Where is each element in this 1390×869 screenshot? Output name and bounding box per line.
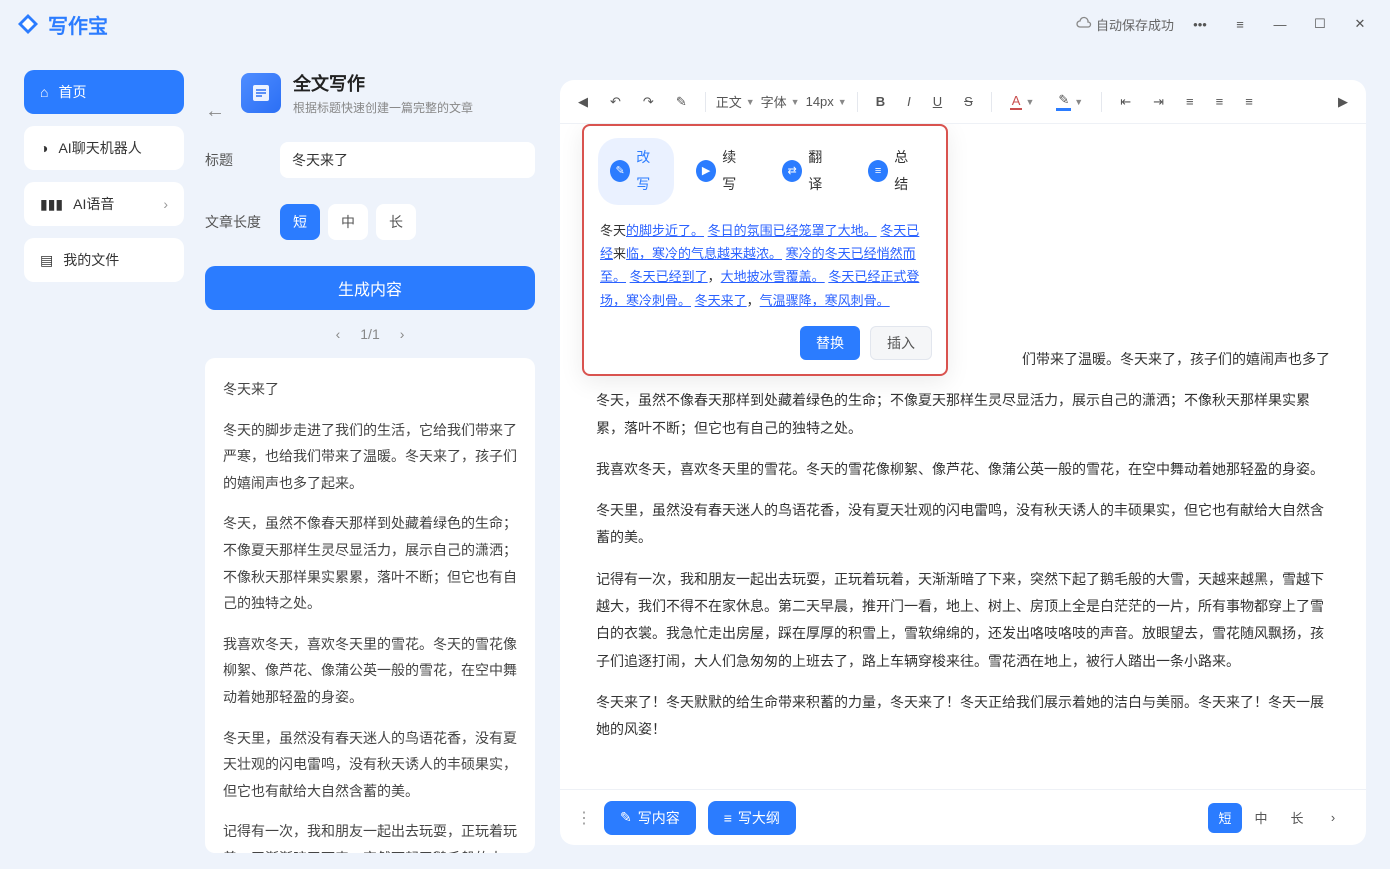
text-color-button[interactable]: A▼	[1002, 89, 1043, 114]
underline-button[interactable]: U	[925, 90, 950, 113]
insert-button[interactable]: 插入	[870, 326, 932, 360]
minimize-icon[interactable]: —	[1266, 10, 1294, 38]
outline-icon: ≡	[724, 810, 732, 826]
align-left-button[interactable]: ≡	[1178, 90, 1202, 113]
preview-para: 冬天的脚步走进了我们的生活，它给我们带来了严寒，也给我们带来了温暖。冬天来了，孩…	[223, 417, 517, 497]
editor-body[interactable]: ✎改写 ▶续写 ⇄翻译 ≡总结 冬天的脚步近了。 冬日的氛围已经笼罩了大地。 冬…	[560, 124, 1366, 789]
font-size-select[interactable]: 14px▼	[806, 94, 847, 109]
page-title: 全文写作	[293, 70, 473, 96]
bottom-length-medium[interactable]: 中	[1244, 803, 1278, 833]
toolbar-scroll-right[interactable]: ▶	[1330, 90, 1356, 114]
write-content-button[interactable]: ✎写内容	[604, 801, 696, 835]
write-outline-button[interactable]: ≡写大纲	[708, 801, 796, 835]
editor-toolbar: ◀ ↶ ↷ ✎ 正文▼ 字体▼ 14px▼ B I U S A▼ ✎▼ ⇤ ⇥ …	[560, 80, 1366, 124]
preview-card: 冬天来了 冬天的脚步走进了我们的生活，它给我们带来了严寒，也给我们带来了温暖。冬…	[205, 358, 535, 853]
translate-icon: ⇄	[782, 160, 802, 182]
preview-para: 冬天，虽然不像春天那样到处藏着绿色的生命；不像夏天那样生灵尽显活力，展示自己的潇…	[223, 510, 517, 616]
voice-icon: ▮▮▮	[40, 196, 63, 213]
bold-button[interactable]: B	[868, 90, 893, 113]
app-logo: 写作宝	[16, 10, 108, 39]
preview-para: 冬天里，虽然没有春天迷人的鸟语花香，没有夏天壮观的闪电雷鸣，没有秋天诱人的丰硕果…	[223, 725, 517, 805]
paragraph-style-select[interactable]: 正文▼	[716, 92, 755, 111]
preview-para: 我喜欢冬天，喜欢冬天里的雪花。冬天的雪花像柳絮、像芦花、像蒲公英一般的雪花，在空…	[223, 631, 517, 711]
length-label: 文章长度	[205, 212, 280, 232]
bottom-length-short[interactable]: 短	[1208, 803, 1242, 833]
edit-icon: ✎	[620, 809, 632, 826]
rewrite-icon: ✎	[610, 160, 630, 182]
pager-prev[interactable]: ‹	[336, 326, 341, 342]
redo-button[interactable]: ↷	[635, 90, 662, 114]
indent-increase-button[interactable]: ⇥	[1145, 90, 1172, 114]
ai-tab-translate[interactable]: ⇄翻译	[770, 138, 846, 205]
preview-para: 记得有一次，我和朋友一起出去玩耍，正玩着玩着，天渐渐暗了下来，突然下起了鹅毛般的…	[223, 818, 517, 853]
length-short[interactable]: 短	[280, 204, 320, 240]
doc-para: 记得有一次，我和朋友一起出去玩耍，正玩着玩着，天渐渐暗了下来，突然下起了鹅毛般的…	[596, 566, 1330, 675]
doc-para: 我喜欢冬天，喜欢冬天里的雪花。冬天的雪花像柳絮、像芦花、像蒲公英一般的雪花，在空…	[596, 456, 1330, 483]
format-paint-button[interactable]: ✎	[668, 90, 695, 114]
length-long[interactable]: 长	[376, 204, 416, 240]
toolbar-scroll-left[interactable]: ◀	[570, 90, 596, 114]
title-input[interactable]	[280, 142, 535, 178]
doc-para: 们带来了温暖。冬天来了，孩子们的嬉闹声也多了	[976, 346, 1330, 373]
sidebar: ⌂首页 ◑AI聊天机器人 ▮▮▮AI语音› ▤我的文件	[24, 70, 184, 282]
summary-icon: ≡	[868, 160, 888, 182]
align-center-button[interactable]: ≡	[1208, 90, 1232, 113]
strike-button[interactable]: S	[956, 90, 981, 113]
back-button[interactable]: ←	[205, 100, 225, 123]
app-name: 写作宝	[48, 10, 108, 39]
ai-tab-rewrite[interactable]: ✎改写	[598, 138, 674, 205]
pager-value: 1/1	[360, 326, 379, 342]
bottom-menu-icon[interactable]: ⋮	[576, 808, 592, 828]
doc-para: 冬天里，虽然没有春天迷人的鸟语花香，没有夏天壮观的闪电雷鸣，没有秋天诱人的丰硕果…	[596, 497, 1330, 552]
bottom-length-long[interactable]: 长	[1280, 803, 1314, 833]
cloud-icon	[1076, 16, 1092, 32]
undo-button[interactable]: ↶	[602, 90, 629, 114]
preview-title: 冬天来了	[223, 376, 517, 403]
nav-ai-voice[interactable]: ▮▮▮AI语音›	[24, 182, 184, 226]
autosave-status: 自动保存成功	[1076, 15, 1174, 34]
nav-home[interactable]: ⌂首页	[24, 70, 184, 114]
indent-decrease-button[interactable]: ⇤	[1112, 90, 1139, 114]
doc-para: 冬天来了！冬天默默的给生命带来积蓄的力量，冬天来了！冬天正给我们展示着她的洁白与…	[596, 689, 1330, 744]
nav-ai-chat[interactable]: ◑AI聊天机器人	[24, 126, 184, 170]
chat-icon: ◑	[40, 140, 48, 156]
font-select[interactable]: 字体▼	[761, 92, 800, 111]
ai-suggestion-text: 冬天的脚步近了。 冬日的氛围已经笼罩了大地。 冬天已经来临，寒冷的气息越来越浓。…	[584, 213, 946, 317]
chevron-right-icon: ›	[163, 196, 168, 212]
menu-icon[interactable]: ≡	[1226, 10, 1254, 38]
home-icon: ⌂	[40, 84, 48, 100]
doc-icon	[241, 73, 281, 113]
nav-my-files[interactable]: ▤我的文件	[24, 238, 184, 282]
bottom-chevron-icon[interactable]: ›	[1316, 803, 1350, 833]
replace-button[interactable]: 替换	[800, 326, 860, 360]
ai-tab-summary[interactable]: ≡总结	[856, 138, 932, 205]
continue-icon: ▶	[696, 160, 716, 182]
maximize-icon[interactable]: ☐	[1306, 10, 1334, 38]
length-medium[interactable]: 中	[328, 204, 368, 240]
file-icon: ▤	[40, 252, 53, 269]
italic-button[interactable]: I	[899, 90, 919, 113]
doc-para: 冬天，虽然不像春天那样到处藏着绿色的生命；不像夏天那样生灵尽显活力，展示自己的潇…	[596, 387, 1330, 442]
ai-tab-continue[interactable]: ▶续写	[684, 138, 760, 205]
ai-popover: ✎改写 ▶续写 ⇄翻译 ≡总结 冬天的脚步近了。 冬日的氛围已经笼罩了大地。 冬…	[582, 124, 948, 376]
generate-button[interactable]: 生成内容	[205, 266, 535, 310]
page-subtitle: 根据标题快速创建一篇完整的文章	[293, 99, 473, 116]
logo-icon	[16, 12, 40, 36]
highlight-button[interactable]: ✎▼	[1048, 88, 1091, 115]
more-icon[interactable]: •••	[1186, 10, 1214, 38]
title-label: 标题	[205, 150, 280, 170]
align-right-button[interactable]: ≡	[1237, 90, 1261, 113]
pager-next[interactable]: ›	[400, 326, 405, 342]
close-icon[interactable]: ✕	[1346, 10, 1374, 38]
